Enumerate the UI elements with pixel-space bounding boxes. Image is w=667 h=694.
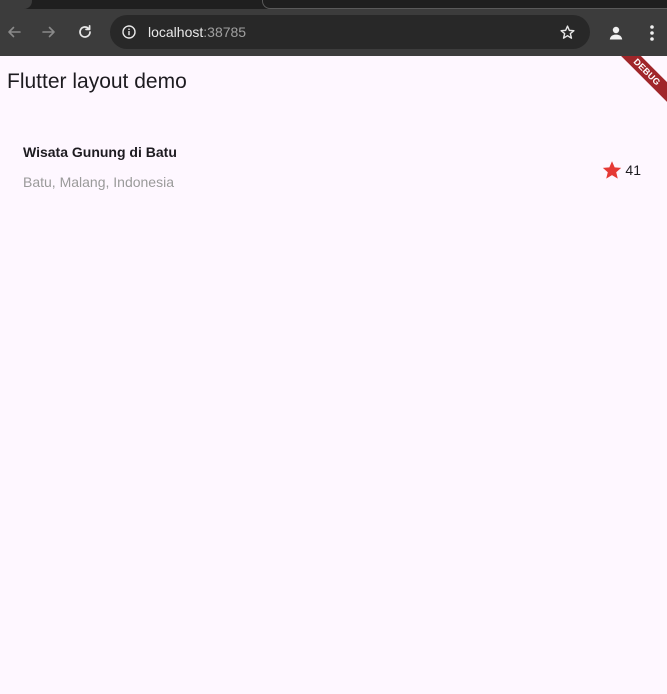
rating: 41 bbox=[601, 159, 641, 181]
arrow-right-icon bbox=[42, 26, 55, 38]
person-icon bbox=[609, 26, 623, 40]
url-port: :38785 bbox=[203, 24, 247, 40]
browser-menu-button[interactable] bbox=[640, 20, 664, 46]
debug-banner-label: DEBUG bbox=[631, 56, 663, 88]
star-outline-icon bbox=[559, 24, 575, 39]
forward-button[interactable] bbox=[35, 18, 63, 46]
tab-strip bbox=[0, 0, 667, 9]
address-bar[interactable]: localhost:38785 bbox=[110, 15, 590, 49]
arrow-left-icon bbox=[8, 26, 21, 38]
info-icon bbox=[122, 25, 136, 39]
active-tab[interactable] bbox=[0, 0, 32, 9]
bookmark-button[interactable] bbox=[558, 23, 576, 41]
back-button[interactable] bbox=[0, 18, 28, 46]
url-host: localhost bbox=[148, 24, 204, 40]
browser-chrome: localhost:38785 bbox=[0, 0, 667, 56]
place-name: Wisata Gunung di Batu bbox=[23, 144, 177, 160]
title-section: Wisata Gunung di Batu Batu, Malang, Indo… bbox=[23, 144, 643, 204]
app-bar-title: Flutter layout demo bbox=[7, 70, 187, 93]
reload-icon bbox=[79, 24, 91, 38]
url-text[interactable]: localhost:38785 bbox=[148, 15, 246, 49]
app-body: Flutter layout demo Wisata Gunung di Bat… bbox=[0, 56, 667, 694]
place-location: Batu, Malang, Indonesia bbox=[23, 174, 174, 190]
rating-count: 41 bbox=[625, 162, 641, 178]
debug-banner: DEBUG bbox=[607, 56, 667, 116]
kebab-menu-icon bbox=[650, 25, 654, 41]
reload-button[interactable] bbox=[71, 18, 99, 46]
star-icon bbox=[601, 159, 623, 181]
debug-banner-ribbon: DEBUG bbox=[608, 56, 667, 111]
browser-toolbar: localhost:38785 bbox=[0, 9, 667, 56]
site-info-button[interactable] bbox=[120, 23, 138, 41]
profile-button[interactable] bbox=[603, 20, 629, 46]
inactive-tab[interactable] bbox=[262, 0, 667, 9]
